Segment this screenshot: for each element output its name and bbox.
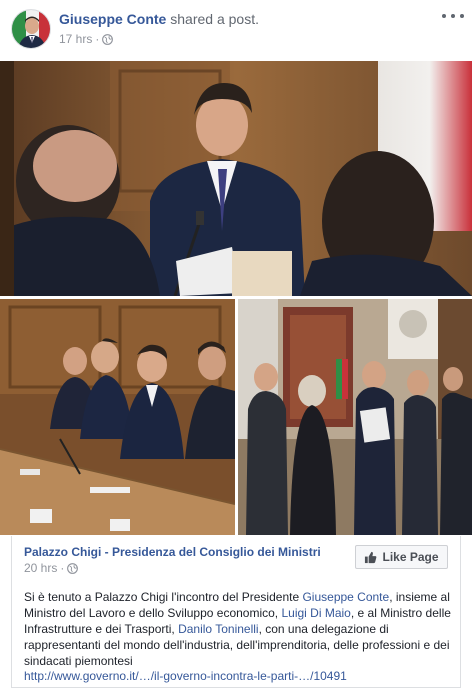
photo-meeting-table[interactable]	[0, 299, 235, 535]
post-text-part: Si è tenuto a Palazzo Chigi l'incontro d…	[24, 590, 303, 604]
meta-separator: ·	[60, 561, 65, 575]
shared-post-text: Si è tenuto a Palazzo Chigi l'incontro d…	[24, 589, 452, 669]
photo-meeting-main[interactable]	[0, 61, 472, 296]
shared-action-text: shared a post.	[170, 11, 259, 27]
like-page-button[interactable]: Like Page	[355, 545, 448, 569]
globe-icon[interactable]	[67, 562, 79, 574]
globe-icon[interactable]	[102, 33, 114, 45]
mention-giuseppe-conte[interactable]: Giuseppe Conte	[302, 590, 389, 604]
external-link[interactable]: http://www.governo.it/…/il-governo-incon…	[24, 669, 347, 683]
author-name[interactable]: Giuseppe Conte	[59, 11, 166, 27]
shared-post-timestamp[interactable]: 20 hrs	[24, 561, 57, 575]
post-meta: 17 hrs ·	[59, 32, 114, 46]
author-line: Giuseppe Conte shared a post.	[59, 11, 259, 27]
mention-luigi-di-maio[interactable]: Luigi Di Maio	[281, 606, 350, 620]
author-avatar[interactable]	[11, 9, 51, 49]
meta-separator: ·	[95, 32, 100, 46]
post-header: Giuseppe Conte shared a post. 17 hrs ·	[0, 0, 472, 60]
page-name-link[interactable]: Palazzo Chigi - Presidenza del Consiglio…	[24, 545, 321, 559]
more-options-icon[interactable]	[442, 8, 464, 24]
shared-post-card: Palazzo Chigi - Presidenza del Consiglio…	[11, 536, 461, 688]
photo-meeting-standing[interactable]	[238, 299, 472, 535]
thumbs-up-icon	[364, 551, 377, 564]
shared-post-meta: 20 hrs ·	[24, 561, 79, 575]
post-timestamp[interactable]: 17 hrs	[59, 32, 92, 46]
like-page-label: Like Page	[382, 550, 439, 564]
mention-danilo-toninelli[interactable]: Danilo Toninelli	[178, 622, 259, 636]
